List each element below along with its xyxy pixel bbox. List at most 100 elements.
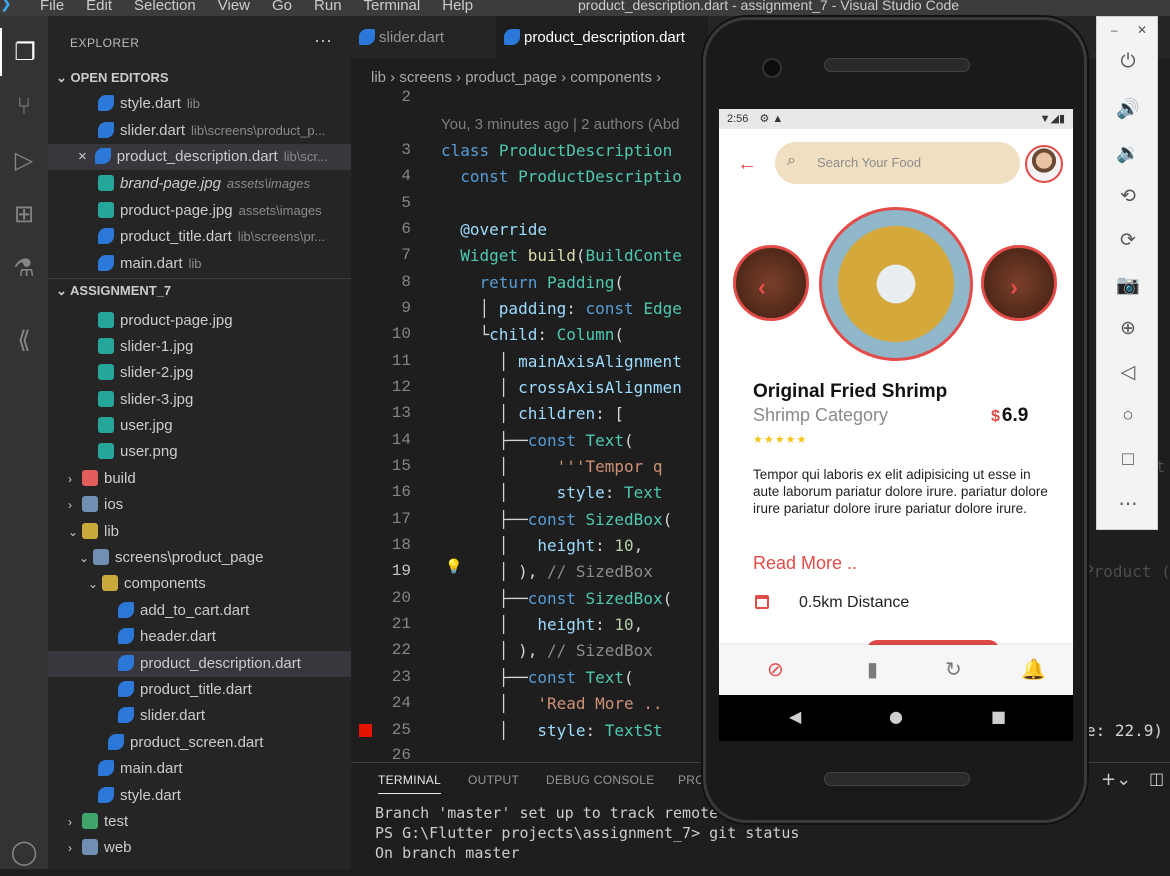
new-terminal-icon[interactable]: +⌄	[1101, 769, 1131, 790]
code-line: ├──const Text(	[441, 668, 634, 687]
home-icon[interactable]: ○	[1115, 405, 1141, 431]
tree-item[interactable]: style.dart	[48, 783, 351, 809]
tab-slider[interactable]: slider.dart	[351, 16, 485, 59]
zoom-icon[interactable]: ⊕	[1115, 317, 1141, 343]
back-arrow-icon[interactable]: ←	[737, 153, 757, 176]
code-line: @override	[460, 220, 547, 239]
menu-terminal[interactable]: Terminal	[364, 0, 421, 14]
open-editor-item[interactable]: product-page.jpg assets\images	[48, 198, 351, 224]
tree-item[interactable]: slider-2.jpg	[48, 360, 351, 386]
tree-folder-ios[interactable]: › ios	[48, 492, 351, 518]
search-icon: ⌕	[787, 152, 796, 169]
more-icon[interactable]: ⋯	[1115, 493, 1141, 519]
tree-item[interactable]: slider-1.jpg	[48, 334, 351, 360]
compass-icon[interactable]: ⊘	[767, 657, 784, 682]
tree-folder-screens[interactable]: ⌄ screens\product_page	[48, 545, 351, 571]
source-control-icon[interactable]: ⑂	[0, 82, 48, 130]
folder-icon	[82, 470, 98, 486]
files-icon[interactable]: ❐	[0, 28, 48, 76]
tree-item[interactable]: slider.dart	[48, 703, 351, 729]
flutter-icon[interactable]: ⟪	[0, 316, 48, 364]
tree-folder-lib[interactable]: ⌄ lib	[48, 519, 351, 545]
line-number: 25	[391, 721, 411, 739]
tree-folder-test[interactable]: › test	[48, 809, 351, 835]
close-icon[interactable]: ✕	[1137, 23, 1147, 37]
back-icon[interactable]: ◀	[789, 707, 801, 726]
menu-view[interactable]: View	[218, 0, 250, 14]
tree-item[interactable]: product_title.dart	[48, 677, 351, 703]
tree-item-selected[interactable]: product_description.dart	[48, 651, 351, 677]
search-bar[interactable]: ⌕ Search Your Food	[775, 142, 1020, 184]
image-file-icon	[98, 391, 114, 407]
tree-item[interactable]: user.png	[48, 439, 351, 465]
read-more-link[interactable]: Read More ..	[753, 553, 857, 574]
open-editor-item[interactable]: slider.dart lib\screens\product_p...	[48, 118, 351, 144]
chevron-right-icon[interactable]: ›	[1010, 274, 1018, 302]
product-title: Original Fried Shrimp	[753, 381, 948, 402]
line-number: 22	[391, 641, 411, 659]
rotate-right-icon[interactable]: ⟳	[1115, 229, 1141, 255]
tab-product-description[interactable]: product_description.dart	[496, 16, 708, 59]
project-header[interactable]: ⌄ ASSIGNMENT_7	[48, 278, 351, 302]
refresh-icon[interactable]: ↻	[945, 657, 962, 682]
tab-terminal[interactable]: TERMINAL	[378, 773, 442, 794]
open-editor-item[interactable]: brand-page.jpg assets\images	[48, 171, 351, 197]
chevron-left-icon[interactable]: ‹	[758, 274, 766, 302]
line-number: 16	[391, 483, 411, 501]
split-terminal-icon[interactable]: ◫	[1149, 769, 1164, 788]
tab-output[interactable]: OUTPUT	[468, 773, 519, 787]
dart-file-icon	[118, 681, 134, 697]
more-actions-icon[interactable]: ···	[314, 30, 332, 51]
menu-selection[interactable]: Selection	[134, 0, 196, 14]
menu-run[interactable]: Run	[314, 0, 342, 14]
tree-item[interactable]: add_to_cart.dart	[48, 598, 351, 624]
dart-file-icon	[98, 122, 114, 138]
menu-help[interactable]: Help	[442, 0, 473, 14]
tree-item[interactable]: product-page.jpg	[48, 308, 351, 334]
tree-folder-components[interactable]: ⌄ components	[48, 571, 351, 597]
tab-debug-console[interactable]: DEBUG CONSOLE	[546, 773, 655, 787]
rotate-left-icon[interactable]: ⟲	[1115, 185, 1141, 211]
volume-down-icon[interactable]: 🔉	[1115, 141, 1141, 167]
open-editors-header[interactable]: ⌄ OPEN EDITORS	[48, 66, 351, 90]
testing-icon[interactable]: ⚗	[0, 244, 48, 292]
notification-bell-icon[interactable]: 🔔	[1021, 657, 1046, 682]
power-icon[interactable]: ⏻	[1115, 51, 1141, 77]
avatar[interactable]	[1025, 145, 1063, 183]
open-editor-item[interactable]: product_title.dart lib\screens\pr...	[48, 224, 351, 250]
phone-screen[interactable]: 2:56 ⚙ ▲ ▼◢▮ ← ⌕ Search Your Food ‹ › Or…	[719, 109, 1073, 695]
home-icon[interactable]: ●	[889, 707, 903, 726]
tree-item[interactable]: product_screen.dart	[48, 730, 351, 756]
run-debug-icon[interactable]: ▷	[0, 136, 48, 184]
code-line: │ 'Read More ..	[441, 694, 663, 713]
line-number: 4	[401, 167, 411, 185]
code-line: Widget build(BuildConte	[460, 246, 682, 265]
menu-edit[interactable]: Edit	[86, 0, 112, 14]
line-number: 18	[391, 536, 411, 554]
menu-go[interactable]: Go	[272, 0, 292, 14]
open-editor-item[interactable]: main.dart lib	[48, 251, 351, 277]
tree-folder-build[interactable]: › build	[48, 466, 351, 492]
slider-prev-image[interactable]: ‹	[733, 245, 809, 321]
tree-item[interactable]: slider-3.jpg	[48, 387, 351, 413]
settings-icon: ⚙ ▲	[759, 113, 784, 125]
open-editor-item-active[interactable]: × product_description.dart lib\scr...	[48, 144, 351, 170]
menu-file[interactable]: File	[40, 0, 64, 14]
tab-problems[interactable]: PRO	[678, 773, 705, 787]
tree-item[interactable]: header.dart	[48, 624, 351, 650]
back-icon[interactable]: ◁	[1115, 361, 1141, 387]
tree-item[interactable]: main.dart	[48, 756, 351, 782]
extensions-icon[interactable]: ⊞	[0, 190, 48, 238]
volume-up-icon[interactable]: 🔊	[1115, 97, 1141, 123]
overview-icon[interactable]: ■	[991, 707, 1006, 726]
open-editor-item[interactable]: style.dart lib	[48, 91, 351, 117]
tree-item[interactable]: user.jpg	[48, 413, 351, 439]
camera-icon[interactable]: 📷	[1115, 273, 1141, 299]
slider-next-image[interactable]: ›	[981, 245, 1057, 321]
phone-speaker	[824, 58, 970, 72]
close-icon[interactable]: ×	[78, 148, 87, 165]
bookmark-icon[interactable]: ▮	[867, 657, 878, 682]
overview-icon[interactable]: □	[1115, 449, 1141, 475]
minimize-icon[interactable]: –	[1111, 23, 1118, 37]
tree-folder-web[interactable]: › web	[48, 835, 351, 861]
